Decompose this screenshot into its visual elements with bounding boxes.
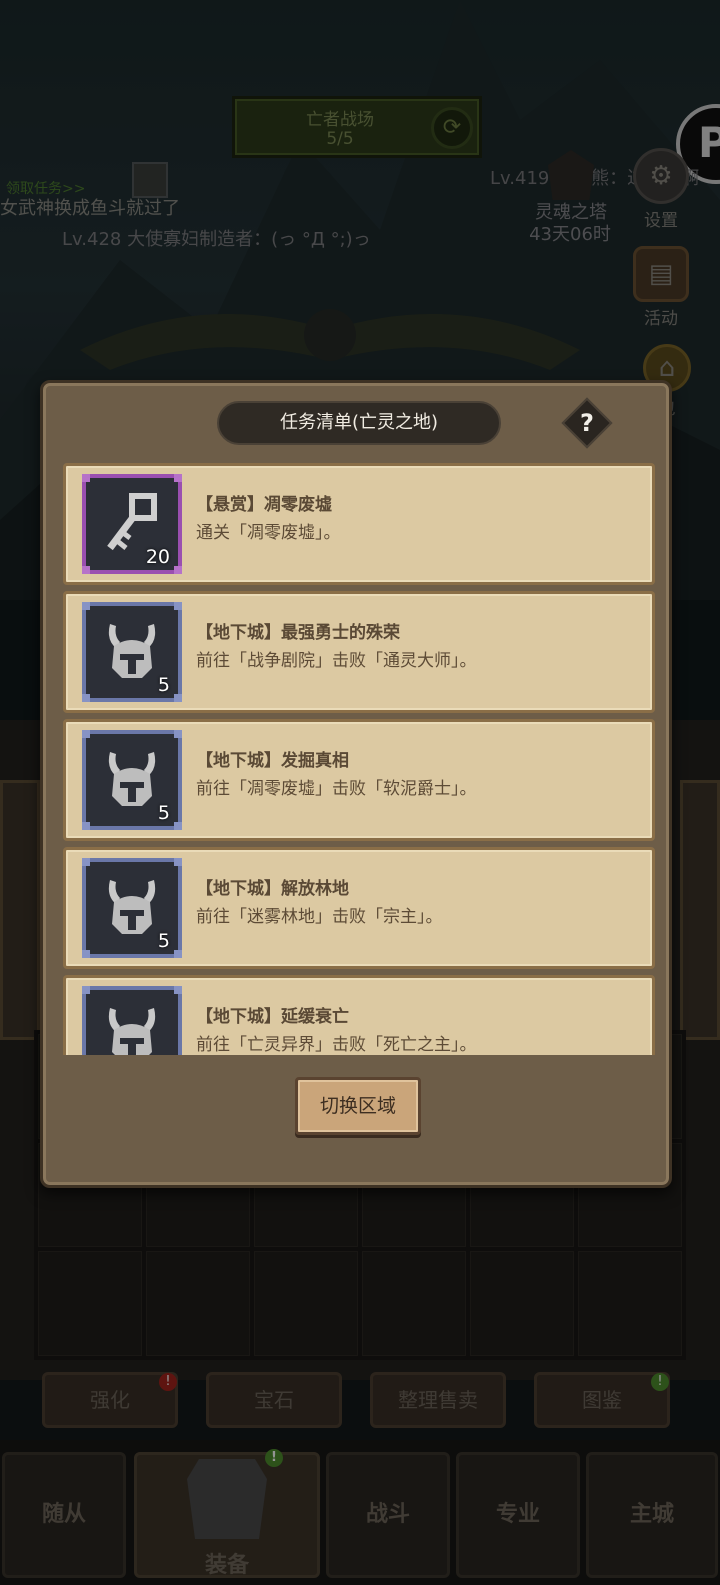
quest-reward-slot xyxy=(82,986,182,1055)
quest-description: 通关「凋零废墟」。 xyxy=(196,523,341,543)
quest-title: 【悬赏】凋零废墟 xyxy=(196,495,332,515)
switch-region-button[interactable]: 切换区域 xyxy=(295,1077,421,1135)
quest-item[interactable]: 5 【地下城】解放林地 前往「迷雾林地」击败「宗主」。 xyxy=(63,847,655,969)
quest-description: 前往「亡灵异界」击败「死亡之主」。 xyxy=(196,1035,477,1055)
horned-helmet-icon xyxy=(108,752,156,806)
quest-description: 前往「凋零废墟」击败「软泥爵士」。 xyxy=(196,779,477,799)
quest-item[interactable]: 5 【地下城】最强勇士的殊荣 前往「战争剧院」击败「通灵大师」。 xyxy=(63,591,655,713)
quest-title: 【地下城】最强勇士的殊荣 xyxy=(196,623,400,643)
quest-list-dialog: 任务清单(亡灵之地) ? 20 【悬赏】凋零废墟 通关「凋零废墟」。 5 【地下… xyxy=(40,380,672,1188)
quest-reward-slot: 5 xyxy=(82,858,182,958)
quest-title: 【地下城】解放林地 xyxy=(196,879,349,899)
dialog-title: 任务清单(亡灵之地) xyxy=(217,401,501,445)
quest-item[interactable]: 5 【地下城】发掘真相 前往「凋零废墟」击败「软泥爵士」。 xyxy=(63,719,655,841)
quest-reward-slot: 20 xyxy=(82,474,182,574)
horned-helmet-icon xyxy=(108,624,156,678)
quest-reward-slot: 5 xyxy=(82,602,182,702)
quest-description: 前往「迷雾林地」击败「宗主」。 xyxy=(196,907,443,927)
quest-title: 【地下城】发掘真相 xyxy=(196,751,349,771)
horned-helmet-icon xyxy=(108,1008,156,1055)
quest-list[interactable]: 20 【悬赏】凋零废墟 通关「凋零废墟」。 5 【地下城】最强勇士的殊荣 前往「… xyxy=(63,463,655,1055)
quest-description: 前往「战争剧院」击败「通灵大师」。 xyxy=(196,651,477,671)
quest-item[interactable]: 【地下城】延缓衰亡 前往「亡灵异界」击败「死亡之主」。 xyxy=(63,975,655,1055)
reward-quantity: 5 xyxy=(157,674,170,696)
quest-reward-slot: 5 xyxy=(82,730,182,830)
reward-quantity: 5 xyxy=(157,802,170,824)
reward-quantity: 20 xyxy=(145,546,170,568)
reward-quantity: 5 xyxy=(157,930,170,952)
quest-item[interactable]: 20 【悬赏】凋零废墟 通关「凋零废墟」。 xyxy=(63,463,655,585)
help-mark: ? xyxy=(580,409,594,437)
help-button[interactable]: ? xyxy=(561,397,613,449)
quest-title: 【地下城】延缓衰亡 xyxy=(196,1007,349,1027)
horned-helmet-icon xyxy=(108,880,156,934)
